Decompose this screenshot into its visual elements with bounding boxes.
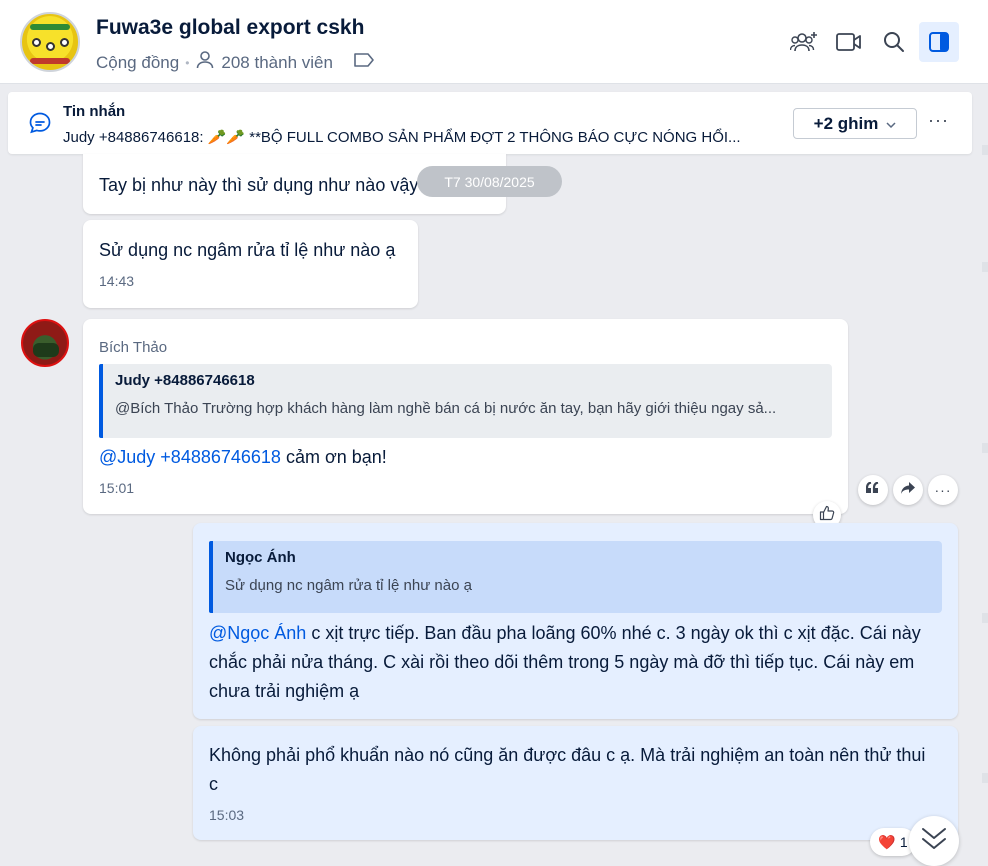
chat-header: Fuwa3e global export cskh Cộng đồng • 20… — [0, 0, 988, 84]
person-icon — [195, 50, 215, 75]
message-text: @Judy +84886746618 cảm ơn bạn! — [99, 443, 387, 472]
avatar-decoration — [33, 343, 59, 357]
more-pins-label: +2 ghim — [813, 113, 879, 133]
quote-author: Judy +84886746618 — [115, 372, 255, 389]
tag-icon[interactable] — [353, 52, 375, 73]
date-divider: T7 30/08/2025 — [417, 166, 562, 197]
quote-author: Ngọc Ánh — [225, 549, 296, 566]
more-pins-button[interactable]: +2 ghim — [793, 108, 917, 139]
sidebar-toggle-icon[interactable] — [919, 22, 959, 62]
video-call-icon[interactable] — [829, 22, 869, 62]
quoted-message[interactable]: Judy +84886746618 @Bích Thảo Trường hợp … — [99, 364, 832, 438]
pinned-menu-button[interactable]: ··· — [928, 110, 949, 131]
forward-button[interactable] — [893, 475, 923, 505]
scroll-marker — [982, 613, 988, 623]
message-time: 15:01 — [99, 480, 135, 496]
quote-reply-button[interactable] — [858, 475, 888, 505]
chat-bubble-icon — [28, 111, 52, 140]
message-text: Tay bị như này thì sử dụng như nào vậy — [99, 175, 419, 195]
search-icon[interactable] — [874, 22, 914, 62]
scroll-marker — [982, 145, 988, 155]
group-title[interactable]: Fuwa3e global export cskh — [96, 16, 364, 40]
avatar-decoration — [30, 58, 70, 64]
scroll-marker — [982, 262, 988, 272]
more-actions-button[interactable]: ··· — [928, 475, 958, 505]
message-bubble[interactable]: Ngọc Ánh Sử dụng nc ngâm rửa tỉ lệ như n… — [193, 523, 958, 719]
quote-text: @Bích Thảo Trường hợp khách hàng làm ngh… — [115, 400, 777, 417]
separator-dot: • — [185, 55, 190, 70]
message-time: 14:43 — [99, 273, 135, 289]
add-member-icon[interactable] — [784, 22, 824, 62]
message-bubble[interactable]: Bích Thảo Judy +84886746618 @Bích Thảo T… — [83, 319, 848, 514]
mention-link[interactable]: @Ngọc Ánh — [209, 623, 306, 643]
mention-link[interactable]: @Judy +84886746618 — [99, 447, 281, 467]
group-avatar[interactable] — [20, 12, 80, 72]
pinned-title: Tin nhắn — [63, 103, 126, 120]
forward-icon — [900, 481, 916, 500]
more-dots-icon: ··· — [934, 482, 952, 498]
avatar-decoration — [32, 38, 41, 47]
message-text: Không phải phổ khuẩn nào nó cũng ăn được… — [209, 745, 926, 794]
quote-text: Sử dụng nc ngâm rửa tỉ lệ như nào ạ — [225, 577, 472, 594]
scroll-to-bottom-button[interactable] — [909, 816, 959, 866]
message-time: 15:03 — [209, 807, 245, 823]
pinned-messages-bar[interactable]: Tin nhắn Judy +84886746618: 🥕🥕 **BỘ FULL… — [8, 92, 972, 154]
sender-avatar[interactable] — [21, 319, 69, 367]
quoted-message[interactable]: Ngọc Ánh Sử dụng nc ngâm rửa tỉ lệ như n… — [209, 541, 942, 613]
quote-icon — [865, 481, 880, 499]
scroll-marker — [982, 443, 988, 453]
group-subtitle: Cộng đồng • 208 thành viên — [96, 50, 375, 75]
message-text: Sử dụng nc ngâm rửa tỉ lệ như nào ạ — [99, 240, 396, 260]
message-body: cảm ơn bạn! — [280, 447, 387, 467]
message-bubble[interactable]: Sử dụng nc ngâm rửa tỉ lệ như nào ạ 14:4… — [83, 220, 418, 308]
sender-name[interactable]: Bích Thảo — [99, 339, 167, 356]
heart-icon: ❤️ — [878, 833, 896, 850]
scroll-marker — [982, 773, 988, 783]
avatar-decoration — [46, 42, 55, 51]
message-body: c xịt trực tiếp. Ban đầu pha loãng 60% n… — [209, 623, 921, 701]
avatar-decoration — [30, 24, 70, 30]
double-chevron-down-icon — [920, 826, 948, 857]
member-count[interactable]: 208 thành viên — [221, 53, 333, 73]
message-bubble[interactable]: Không phải phổ khuẩn nào nó cũng ăn được… — [193, 726, 958, 840]
reaction-count: 1 — [899, 834, 908, 850]
avatar-decoration — [60, 38, 69, 47]
pinned-preview[interactable]: Judy +84886746618: 🥕🥕 **BỘ FULL COMBO SẢ… — [63, 128, 783, 146]
community-label: Cộng đồng — [96, 52, 180, 72]
message-text: @Ngọc Ánh c xịt trực tiếp. Ban đầu pha l… — [209, 619, 934, 706]
chevron-down-icon — [886, 114, 896, 134]
